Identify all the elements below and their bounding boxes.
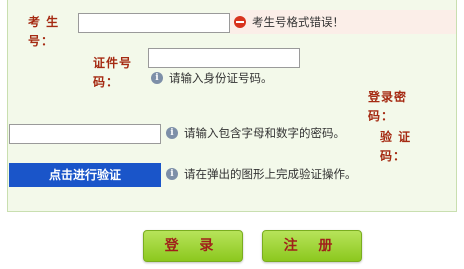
error-message: 考生号格式错误！ <box>230 10 456 34</box>
captcha-hint-text: 请在弹出的图形上完成验证操作。 <box>184 167 357 181</box>
login-button[interactable]: 登 录 <box>143 230 243 262</box>
id-number-hint-text: 请输入身份证号码。 <box>169 71 273 85</box>
verify-button[interactable]: 点击进行验证 <box>9 163 161 187</box>
error-minus-icon <box>234 16 246 28</box>
info-icon: i <box>166 168 178 180</box>
info-icon: i <box>166 127 178 139</box>
error-text: 考生号格式错误！ <box>252 15 344 29</box>
info-icon: i <box>151 72 163 84</box>
captcha-label: 验 证 码： <box>380 130 412 163</box>
candidate-number-label: 考 生 号： <box>28 15 60 48</box>
candidate-number-input[interactable] <box>78 13 230 33</box>
password-input[interactable] <box>9 124 161 144</box>
id-number-input[interactable] <box>148 48 300 68</box>
captcha-hint: i 请在弹出的图形上完成验证操作。 <box>166 166 357 182</box>
password-hint-text: 请输入包含字母和数字的密码。 <box>184 126 345 140</box>
password-label: 登录密 码： <box>368 90 408 123</box>
login-form: 考 生 号： 考生号格式错误！ 证件号 码： i 请输入身份证号码。 登录密 码… <box>0 0 464 269</box>
id-number-label: 证件号 码： <box>93 56 133 89</box>
id-number-hint: i 请输入身份证号码。 <box>151 70 273 86</box>
password-hint: i 请输入包含字母和数字的密码。 <box>166 125 345 141</box>
register-button[interactable]: 注 册 <box>262 230 362 262</box>
